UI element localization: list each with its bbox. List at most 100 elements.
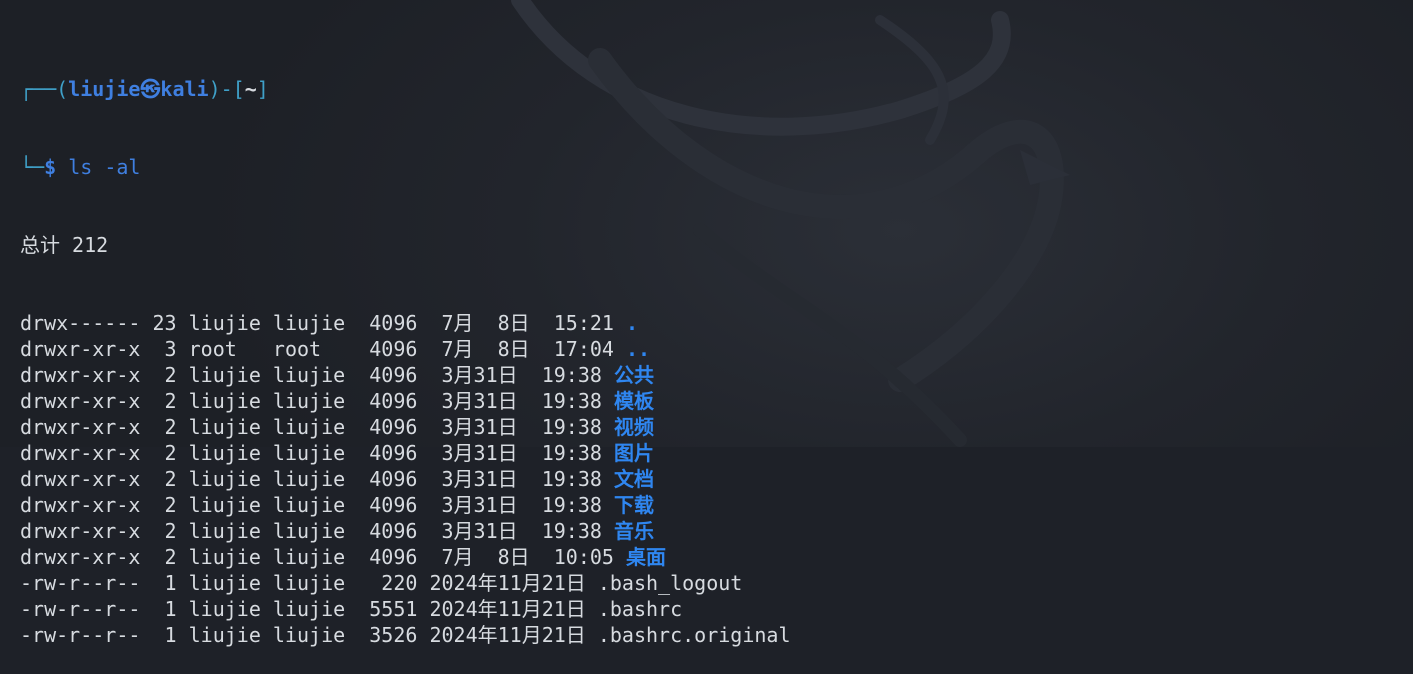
entry-size: 4096	[369, 337, 418, 361]
entry-permissions: drwxr-xr-x	[20, 441, 141, 465]
entry-date: 2024年11月21日	[429, 571, 586, 595]
prompt-username: liujie	[68, 77, 141, 101]
entry-link-count: 23	[152, 311, 177, 335]
listing-entries: drwx------ 23 liujie liujie 4096 7月 8日 1…	[20, 310, 791, 648]
entry-date: 3月31日 19:38	[429, 363, 602, 387]
entry-name[interactable]: ..	[626, 337, 650, 361]
entry-date: 3月31日 19:38	[429, 389, 602, 413]
entry-date: 7月 8日 17:04	[429, 337, 614, 361]
command-args: -al	[104, 155, 141, 179]
listing-row: drwxr-xr-x 2 liujie liujie 4096 3月31日 19…	[20, 388, 791, 414]
entry-link-count: 2	[152, 519, 177, 543]
listing-row: drwxr-xr-x 2 liujie liujie 4096 3月31日 19…	[20, 492, 791, 518]
entry-group: root	[272, 337, 346, 361]
listing-row: -rw-r--r-- 1 liujie liujie 5551 2024年11月…	[20, 596, 791, 622]
prompt-frame-close: ]	[256, 77, 269, 101]
entry-permissions: drwx------	[20, 311, 141, 335]
prompt-line-1: ┌──(liujie㉿kali)-[~]	[20, 76, 791, 102]
entry-size: 4096	[369, 415, 418, 439]
entry-owner: liujie	[188, 363, 261, 387]
entry-name[interactable]: 音乐	[614, 519, 654, 543]
entry-owner: liujie	[188, 441, 261, 465]
listing-row: -rw-r--r-- 1 liujie liujie 220 2024年11月2…	[20, 570, 791, 596]
entry-permissions: drwxr-xr-x	[20, 389, 141, 413]
entry-link-count: 2	[152, 389, 177, 413]
entry-date: 7月 8日 15:21	[429, 311, 614, 335]
prompt-at-icon: ㉿	[140, 77, 161, 101]
listing-row: drwxr-xr-x 2 liujie liujie 4096 3月31日 19…	[20, 362, 791, 388]
entry-group: liujie	[272, 389, 346, 413]
entry-group: liujie	[272, 415, 346, 439]
entry-name[interactable]: .bashrc.original	[598, 623, 791, 647]
entry-name[interactable]: .bashrc	[598, 597, 682, 621]
entry-owner: liujie	[188, 493, 261, 517]
entry-owner: liujie	[188, 311, 261, 335]
entry-permissions: drwxr-xr-x	[20, 493, 141, 517]
entry-name[interactable]: 桌面	[626, 545, 666, 569]
entry-group: liujie	[272, 311, 346, 335]
entry-group: liujie	[272, 545, 346, 569]
entry-permissions: -rw-r--r--	[20, 571, 141, 595]
entry-link-count: 1	[152, 571, 177, 595]
entry-date: 2024年11月21日	[429, 623, 586, 647]
entry-name[interactable]: 公共	[614, 363, 654, 387]
entry-permissions: drwxr-xr-x	[20, 337, 141, 361]
entry-name[interactable]: 文档	[614, 467, 654, 491]
entry-size: 4096	[369, 467, 418, 491]
entry-permissions: drwxr-xr-x	[20, 415, 141, 439]
terminal-output[interactable]: ┌──(liujie㉿kali)-[~] └─$ ls -al 总计 212 d…	[20, 24, 791, 674]
entry-name[interactable]: 下载	[614, 493, 654, 517]
entry-owner: liujie	[188, 597, 261, 621]
listing-row: drwxr-xr-x 2 liujie liujie 4096 3月31日 19…	[20, 414, 791, 440]
entry-date: 7月 8日 10:05	[429, 545, 614, 569]
entry-owner: liujie	[188, 519, 261, 543]
prompt-frame-bottom: └─	[20, 155, 45, 179]
entry-group: liujie	[272, 597, 346, 621]
entry-owner: liujie	[188, 415, 261, 439]
entry-name[interactable]: 模板	[614, 389, 654, 413]
entry-name[interactable]: .bash_logout	[598, 571, 743, 595]
entry-link-count: 1	[152, 623, 177, 647]
listing-row: drwxr-xr-x 2 liujie liujie 4096 3月31日 19…	[20, 518, 791, 544]
entry-group: liujie	[272, 571, 346, 595]
entry-date: 3月31日 19:38	[429, 519, 602, 543]
entry-owner: liujie	[188, 623, 261, 647]
listing-row: drwxr-xr-x 2 liujie liujie 4096 3月31日 19…	[20, 440, 791, 466]
prompt-cwd: ~	[244, 77, 257, 101]
entry-permissions: -rw-r--r--	[20, 623, 141, 647]
entry-link-count: 2	[152, 493, 177, 517]
entry-link-count: 2	[152, 441, 177, 465]
entry-group: liujie	[272, 493, 346, 517]
listing-row: drwxr-xr-x 2 liujie liujie 4096 3月31日 19…	[20, 466, 791, 492]
entry-name[interactable]: 图片	[614, 441, 654, 465]
entry-group: liujie	[272, 363, 346, 387]
listing-row: -rw-r--r-- 1 liujie liujie 3526 2024年11月…	[20, 622, 791, 648]
entry-link-count: 2	[152, 415, 177, 439]
entry-name[interactable]: .	[626, 311, 638, 335]
entry-owner: liujie	[188, 571, 261, 595]
entry-date: 3月31日 19:38	[429, 493, 602, 517]
entry-date: 3月31日 19:38	[429, 415, 602, 439]
entry-group: liujie	[272, 441, 346, 465]
entry-link-count: 2	[152, 467, 177, 491]
prompt-hostname: kali	[160, 77, 209, 101]
prompt-frame-top: ┌──(	[20, 77, 69, 101]
listing-row: drwxr-xr-x 2 liujie liujie 4096 7月 8日 10…	[20, 544, 791, 570]
listing-total: 总计 212	[20, 233, 109, 257]
entry-owner: liujie	[188, 467, 261, 491]
prompt-line-2: └─$ ls -al	[20, 154, 791, 180]
entry-size: 4096	[369, 519, 418, 543]
entry-size: 220	[369, 571, 418, 595]
entry-link-count: 2	[152, 363, 177, 387]
entry-size: 4096	[369, 311, 418, 335]
entry-link-count: 3	[152, 337, 177, 361]
entry-size: 4096	[369, 441, 418, 465]
entry-size: 4096	[369, 389, 418, 413]
entry-permissions: -rw-r--r--	[20, 597, 141, 621]
entry-owner: liujie	[188, 389, 261, 413]
entry-link-count: 1	[152, 597, 177, 621]
entry-name[interactable]: 视频	[614, 415, 654, 439]
prompt-dollar: $	[44, 155, 57, 179]
listing-row: drwx------ 23 liujie liujie 4096 7月 8日 1…	[20, 310, 791, 336]
entry-size: 3526	[369, 623, 418, 647]
